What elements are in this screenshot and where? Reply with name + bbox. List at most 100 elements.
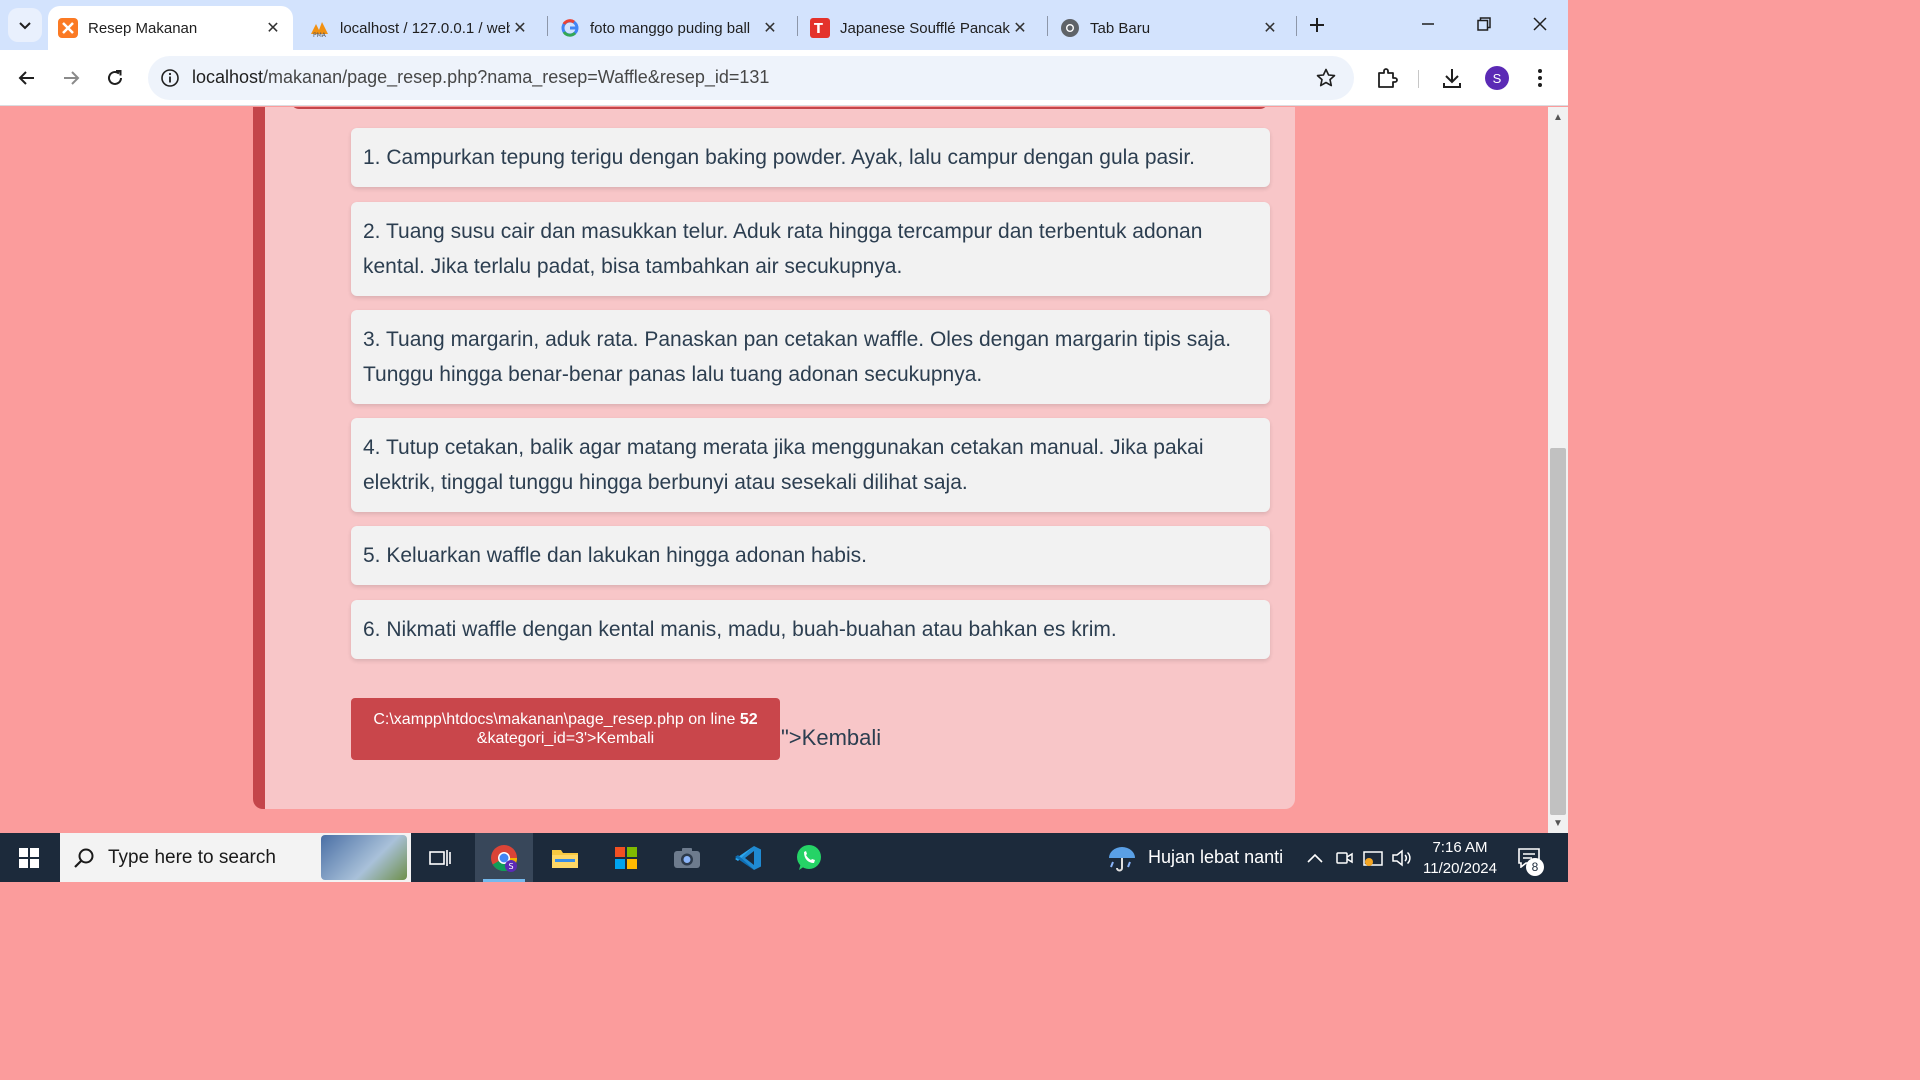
extensions-button[interactable] [1371,62,1403,94]
close-icon[interactable]: ✕ [760,18,780,38]
info-icon[interactable] [158,66,182,90]
tab-separator [797,16,798,36]
vscode-icon [735,845,761,870]
bookmark-star-icon[interactable] [1314,66,1338,90]
close-icon[interactable]: ✕ [510,18,530,38]
chrome-icon: S [491,844,518,872]
arrow-left-icon [18,71,34,85]
phpmyadmin-icon: PMA [310,18,330,38]
url-path: /makanan/page_resep.php?nama_resep=Waffl… [263,67,770,87]
reload-button[interactable] [98,61,132,95]
plus-icon [1310,18,1324,32]
network-icon[interactable] [1362,847,1384,869]
close-icon [1533,17,1547,31]
whatsapp-icon [797,844,821,870]
scroll-up-arrow-icon[interactable]: ▲ [1552,111,1564,123]
back-trailing-text: ">Kembali [781,725,882,750]
url-host: localhost [192,67,264,87]
search-icon [60,847,108,869]
restore-button[interactable] [1456,6,1512,42]
google-icon [560,18,580,38]
recipe-step: 6. Nikmati waffle dengan kental manis, m… [351,600,1270,659]
back-button[interactable] [10,61,44,95]
svg-text:PMA: PMA [313,32,327,38]
close-icon[interactable]: ✕ [263,18,283,38]
address-bar[interactable]: localhost/makanan/page_resep.php?nama_re… [148,56,1354,100]
toolbar-divider [1418,70,1419,88]
tab-phpmyadmin[interactable]: PMA localhost / 127.0.0.1 / web ✕ [300,6,540,50]
scrollbar-thumb[interactable] [1550,448,1566,815]
tab-separator [1047,16,1048,36]
scroll-down-arrow-icon[interactable]: ▼ [1552,817,1564,829]
chevron-down-icon [19,22,31,30]
taskbar-search-box[interactable]: Type here to search [60,833,411,882]
search-placeholder: Type here to search [108,846,276,868]
arrow-right-icon [64,71,80,85]
chrome-icon [1060,18,1080,38]
reload-icon [108,70,122,85]
back-button-line-number: 52 [739,711,758,728]
tab-title: Tab Baru [1090,19,1151,37]
more-vertical-icon [1538,69,1542,87]
download-icon [1443,69,1461,88]
recipe-card-header-edge [291,107,1268,109]
taskbar-clock[interactable]: 7:16 AM 11/20/2024 [1420,837,1500,879]
back-button-line2: &kategori_id=3'>Kembali [476,730,655,747]
back-button-path: C:\xampp\htdocs\makanan\page_resep.php o… [373,711,740,728]
taskbar-vscode[interactable] [719,833,777,882]
clock-time: 7:16 AM [1432,839,1488,856]
close-icon[interactable]: ✕ [1260,18,1280,38]
taskbar-chrome[interactable]: S [475,833,533,882]
tab-strip: Resep Makanan ✕ PMA localhost / 127.0.0.… [0,0,1568,50]
back-button-line1: C:\xampp\htdocs\makanan\page_resep.php o… [351,710,780,729]
start-button[interactable] [0,833,58,882]
tab-new-tab[interactable]: Tab Baru ✕ [1050,6,1290,50]
volume-icon[interactable] [1391,847,1413,869]
tab-souffle-pancake[interactable]: T Japanese Soufflé Pancake ✕ [800,6,1040,50]
taskbar-microsoft-store[interactable] [597,833,655,882]
browser-toolbar: localhost/makanan/page_resep.php?nama_re… [0,50,1568,106]
downloads-button[interactable] [1436,62,1468,94]
tab-separator [547,16,548,36]
recipe-site-icon: T [810,18,830,38]
close-icon[interactable]: ✕ [1010,18,1030,38]
minimize-button[interactable] [1400,6,1456,42]
tab-google-search[interactable]: foto manggo puding ball ✕ [550,6,790,50]
svg-text:S: S [509,862,514,871]
recipe-step: 3. Tuang margarin, aduk rata. Panaskan p… [351,310,1270,404]
tab-resep-makanan[interactable]: Resep Makanan ✕ [48,6,293,50]
minimize-icon [1422,23,1434,25]
rain-umbrella-icon [1106,844,1138,872]
task-view-icon [429,849,451,866]
weather-text: Hujan lebat nanti [1148,847,1284,867]
back-button-kembali[interactable]: C:\xampp\htdocs\makanan\page_resep.php o… [351,698,780,760]
profile-avatar[interactable]: S [1485,66,1509,90]
restore-icon [1477,17,1491,31]
tray-chevron-up-icon[interactable] [1304,847,1326,869]
taskbar-file-explorer[interactable] [536,833,594,882]
tab-title: Resep Makanan [88,19,198,37]
tab-separator [1296,16,1297,36]
windows-logo-icon [19,847,39,868]
recipe-step: 5. Keluarkan waffle dan lakukan hingga a… [351,526,1270,585]
forward-button[interactable] [54,61,88,95]
new-tab-button[interactable] [1302,10,1332,40]
tab-title: Japanese Soufflé Pancake [840,19,1010,37]
page-scrollbar[interactable]: ▲ ▼ [1548,107,1568,833]
menu-button[interactable] [1524,62,1556,94]
url-text[interactable]: localhost/makanan/page_resep.php?nama_re… [192,67,769,88]
meet-now-icon[interactable] [1333,847,1355,869]
close-window-button[interactable] [1512,6,1568,42]
folder-icon [552,849,578,868]
recipe-step: 2. Tuang susu cair dan masukkan telur. A… [351,202,1270,296]
task-view-button[interactable] [411,833,469,882]
recipe-step: 1. Campurkan tepung terigu dengan baking… [351,128,1270,187]
xampp-icon [58,18,78,38]
camera-icon [674,847,700,868]
taskbar-whatsapp[interactable] [780,833,838,882]
store-icon [615,846,637,869]
weather-widget[interactable]: Hujan lebat nanti [1106,833,1283,882]
tab-title: foto manggo puding ball [590,19,751,37]
taskbar-camera[interactable] [658,833,716,882]
tab-search-button[interactable] [8,8,42,42]
